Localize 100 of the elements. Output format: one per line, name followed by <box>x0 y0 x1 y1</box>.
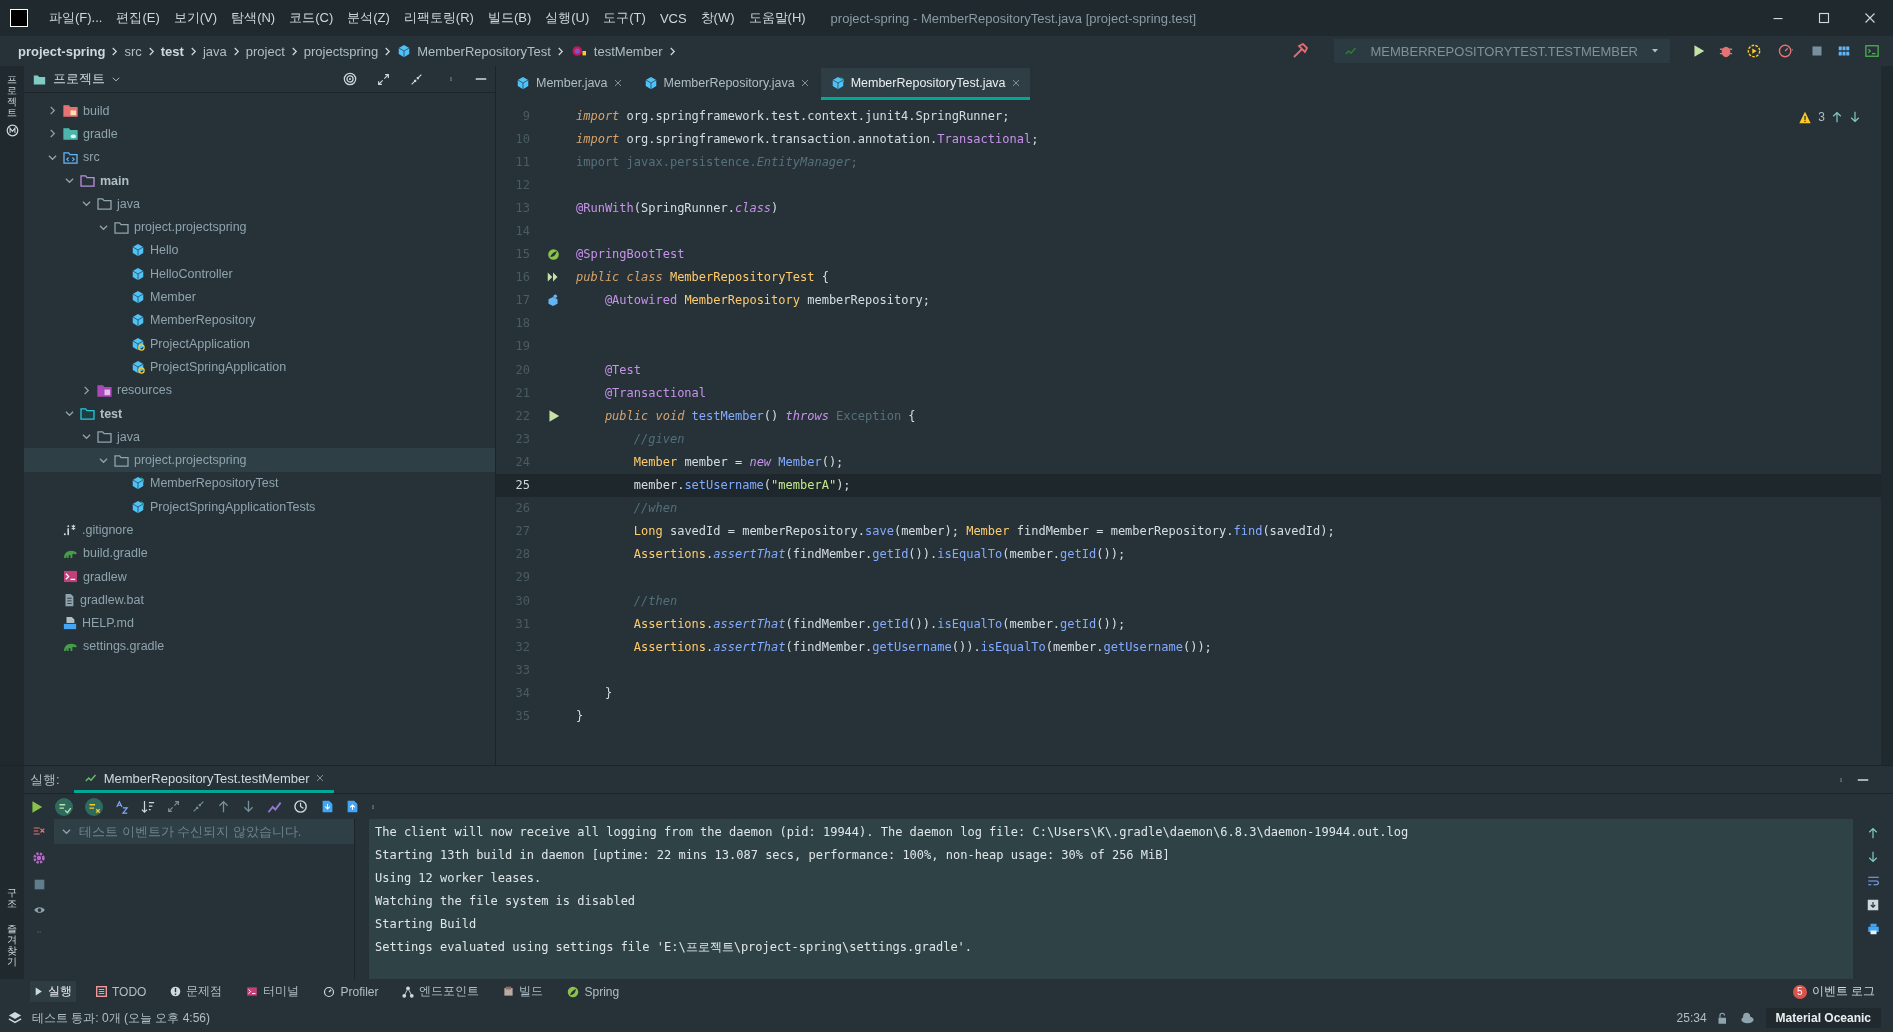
arrow-down-icon[interactable] <box>1849 111 1861 123</box>
arrow-up-icon[interactable] <box>217 800 230 813</box>
tree-item[interactable]: test <box>24 401 495 426</box>
tree-item[interactable]: settings.gradle <box>24 634 495 659</box>
chevron-icon[interactable] <box>64 176 74 186</box>
clear-icon[interactable] <box>32 825 46 837</box>
menu-item[interactable]: 편집(E) <box>109 9 167 27</box>
bug-icon[interactable] <box>1719 44 1733 58</box>
tool-window-label[interactable]: 즐겨찾기 <box>7 923 17 967</box>
tool-window-button[interactable]: Spring <box>563 982 624 1001</box>
editor-tab[interactable]: Member.java <box>506 68 632 100</box>
breadcrumb[interactable]: java <box>202 43 227 59</box>
tree-item[interactable]: MemberRepository <box>24 308 495 332</box>
chevron-icon[interactable] <box>47 152 57 162</box>
menu-item[interactable]: 파일(F)... <box>42 9 110 27</box>
run-icon[interactable] <box>546 408 560 423</box>
warning-count[interactable]: 3 <box>1818 110 1825 124</box>
menu-item[interactable]: 빌드(B) <box>480 9 539 27</box>
tool-window-button[interactable]: Profiler <box>319 982 383 1001</box>
breadcrumb[interactable]: projectspring <box>303 43 379 59</box>
tree-item[interactable]: .gitignore <box>24 518 495 542</box>
maximize-icon[interactable] <box>1818 12 1830 24</box>
tool-window-button[interactable]: 실행 <box>30 981 76 1002</box>
tool-window-button[interactable]: 빌드 <box>499 981 548 1002</box>
stop-icon[interactable] <box>33 879 45 890</box>
tree-item[interactable]: build.gradle <box>24 541 495 565</box>
menu-item[interactable]: 분석(Z) <box>340 9 397 27</box>
terminal-icon[interactable] <box>1865 44 1879 58</box>
cloud-icon[interactable] <box>1738 1011 1756 1025</box>
tree-item[interactable]: resources <box>24 378 495 402</box>
menu-item[interactable]: 보기(V) <box>166 9 225 27</box>
breadcrumb[interactable]: src <box>124 43 142 59</box>
theme-indicator[interactable]: Material Oceanic <box>1765 1008 1881 1028</box>
menu-item[interactable]: 리팩토링(R) <box>396 9 481 27</box>
tree-item[interactable]: gradle <box>24 122 495 146</box>
tool-window-button[interactable]: 엔드포인트 <box>398 981 484 1002</box>
lock-icon[interactable] <box>1716 1011 1729 1025</box>
tree-item[interactable]: ProjectSpringApplicationTests <box>24 495 495 519</box>
tool-window-label[interactable]: 프로젝트 <box>7 74 17 118</box>
breadcrumb[interactable]: MemberRepositoryTest <box>417 43 551 59</box>
breadcrumb[interactable]: project-spring <box>18 43 106 59</box>
editor-tab[interactable]: MemberRepository.java <box>633 68 819 100</box>
arrow-down-icon[interactable] <box>242 800 255 813</box>
menu-item[interactable]: 창(W) <box>693 9 742 27</box>
circle-m-icon[interactable] <box>5 124 19 137</box>
wrap-icon[interactable] <box>1866 875 1880 887</box>
tree-item[interactable]: build <box>24 99 495 123</box>
printer-icon[interactable] <box>1866 923 1880 935</box>
panel-title[interactable]: 프로젝트 <box>53 70 105 88</box>
tree-item[interactable]: java <box>24 425 495 449</box>
chevron-icon[interactable] <box>81 385 91 395</box>
chevron-icon[interactable] <box>98 222 108 232</box>
tree-item[interactable]: gradlew.bat <box>24 588 495 612</box>
tree-item[interactable]: Hello <box>24 238 495 263</box>
tree-item[interactable]: MemberRepositoryTest <box>24 471 495 496</box>
tree-item[interactable]: ProjectApplication <box>24 331 495 356</box>
target-icon[interactable] <box>343 72 357 86</box>
breadcrumb[interactable]: project <box>245 43 285 59</box>
failed-filter-icon[interactable] <box>85 797 103 816</box>
sort-alpha-icon[interactable] <box>115 799 129 814</box>
tree-item[interactable]: project.projectspring <box>24 448 495 472</box>
editor-tab[interactable]: MemberRepositoryTest.java <box>820 68 1030 100</box>
tree-item[interactable]: gradlew <box>24 564 495 589</box>
download-icon[interactable] <box>1867 899 1879 911</box>
run-configuration-dropdown[interactable]: MEMBERREPOSITORYTEST.TESTMEMBER <box>1334 39 1670 63</box>
run-tab[interactable]: MemberRepositoryTest.testMember <box>73 766 334 793</box>
run-icon[interactable] <box>1692 44 1705 58</box>
tree-item[interactable]: main <box>24 168 495 193</box>
layers-icon[interactable] <box>8 1011 22 1025</box>
tree-item[interactable]: src <box>24 145 495 169</box>
expand-icon[interactable] <box>167 800 180 813</box>
tree-item[interactable]: java <box>24 192 495 216</box>
arrow-up-icon[interactable] <box>1831 111 1843 123</box>
chevron-icon[interactable] <box>81 199 91 209</box>
passed-filter-icon[interactable] <box>55 797 73 816</box>
chevron-icon[interactable] <box>98 455 108 465</box>
menu-item[interactable]: 도움말(H) <box>741 9 813 27</box>
stop-icon[interactable] <box>1811 45 1823 57</box>
breadcrumb[interactable]: testMember <box>593 43 663 59</box>
run-icon[interactable] <box>30 799 43 814</box>
menu-item[interactable]: 탐색(N) <box>224 9 283 27</box>
chevron-icon[interactable] <box>64 409 74 418</box>
hammer-icon[interactable] <box>1292 43 1309 59</box>
menu-item[interactable]: VCS <box>652 10 694 26</box>
cursor-position[interactable]: 25:34 <box>1676 1011 1707 1025</box>
history-icon[interactable] <box>294 799 309 814</box>
menu-item[interactable]: 코드(C) <box>282 9 341 27</box>
tree-item[interactable]: HELP.md <box>24 611 495 635</box>
sort-icon[interactable] <box>141 799 155 814</box>
caret-icon[interactable] <box>111 74 121 84</box>
coverage-icon[interactable] <box>1747 44 1761 58</box>
run-all-icon[interactable] <box>546 271 560 284</box>
tree-item[interactable]: HelloController <box>24 262 495 286</box>
chevron-icon[interactable] <box>62 827 71 836</box>
chevron-icon[interactable] <box>47 129 57 139</box>
arrow-up-icon[interactable] <box>1867 827 1879 839</box>
import-icon[interactable] <box>321 799 334 814</box>
chevron-icon[interactable] <box>81 432 91 442</box>
tree-item[interactable]: project.projectspring <box>24 215 495 239</box>
arrow-down-icon[interactable] <box>1867 851 1879 863</box>
